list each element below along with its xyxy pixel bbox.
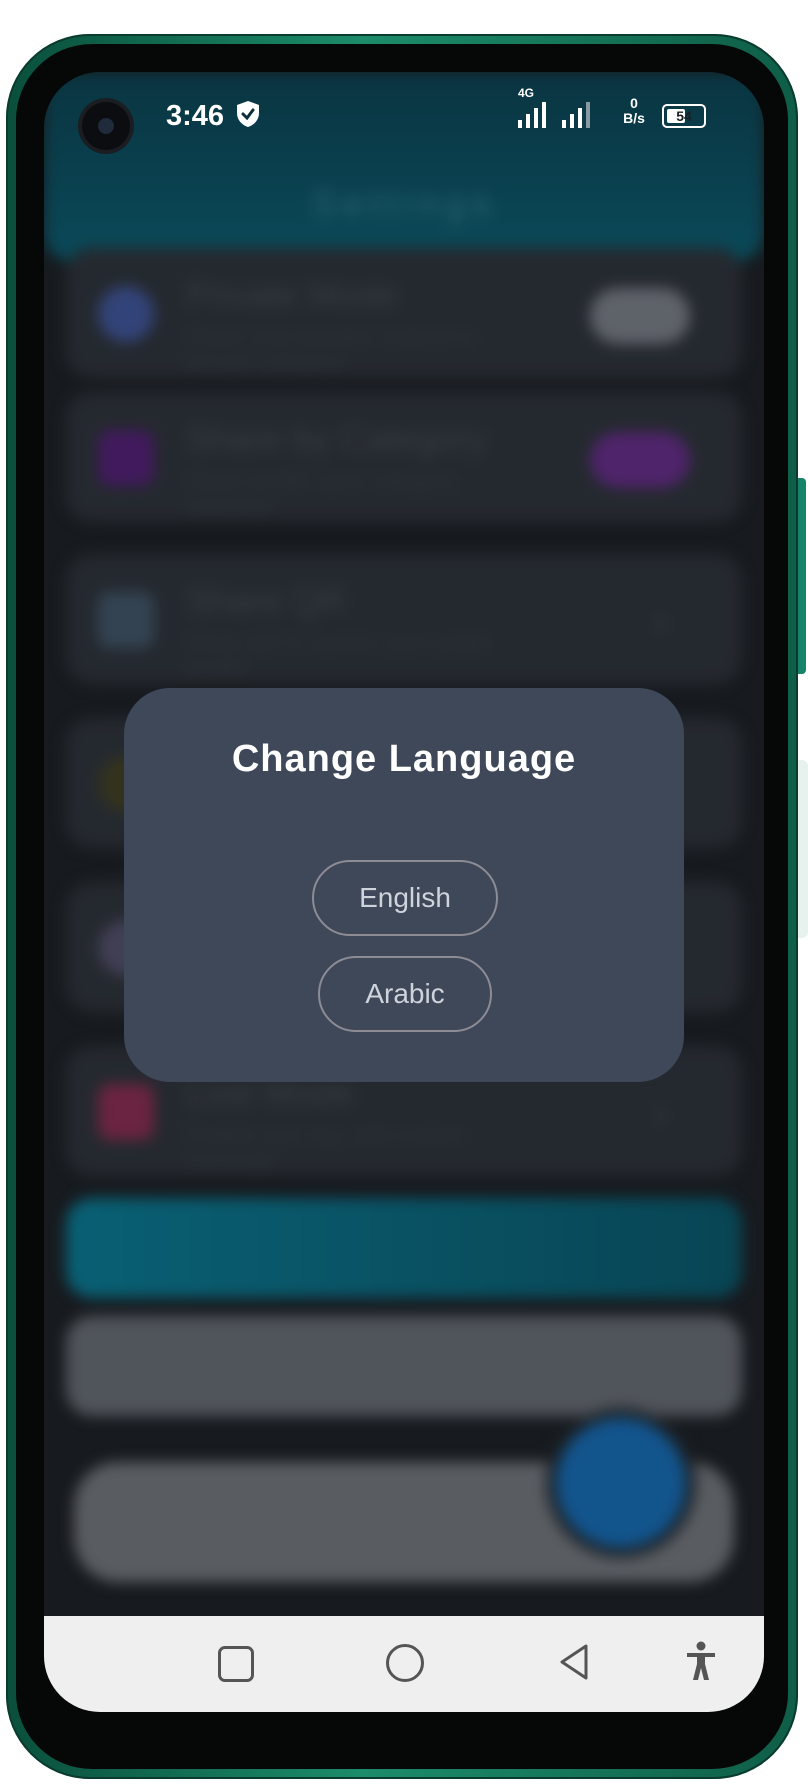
signal-icon bbox=[518, 102, 546, 128]
status-bar: 3:46 4G 0 B/s 54 bbox=[44, 72, 764, 156]
network-type: 4G bbox=[518, 86, 535, 100]
dialog-title: Change Language bbox=[231, 738, 577, 780]
battery-level: 54 bbox=[676, 108, 692, 124]
english-button[interactable]: English bbox=[312, 860, 498, 936]
volume-button bbox=[798, 478, 806, 674]
system-nav-bar bbox=[44, 1616, 764, 1712]
power-button bbox=[798, 760, 808, 938]
front-camera bbox=[82, 102, 130, 150]
shield-icon bbox=[237, 101, 259, 127]
back-icon[interactable] bbox=[556, 1642, 592, 1682]
home-icon[interactable] bbox=[386, 1644, 424, 1682]
change-language-dialog: Change Language English Arabic bbox=[124, 688, 684, 1082]
battery-icon: 54 bbox=[662, 104, 706, 128]
recents-icon[interactable] bbox=[218, 1646, 254, 1682]
status-time: 3:46 bbox=[166, 100, 225, 132]
network-speed: 0 B/s bbox=[623, 95, 645, 126]
accessibility-icon[interactable] bbox=[684, 1640, 718, 1682]
signal-icon bbox=[562, 102, 590, 128]
arabic-button[interactable]: Arabic bbox=[318, 956, 492, 1032]
screen: Settings Private Mode Share only besides… bbox=[44, 72, 764, 1712]
